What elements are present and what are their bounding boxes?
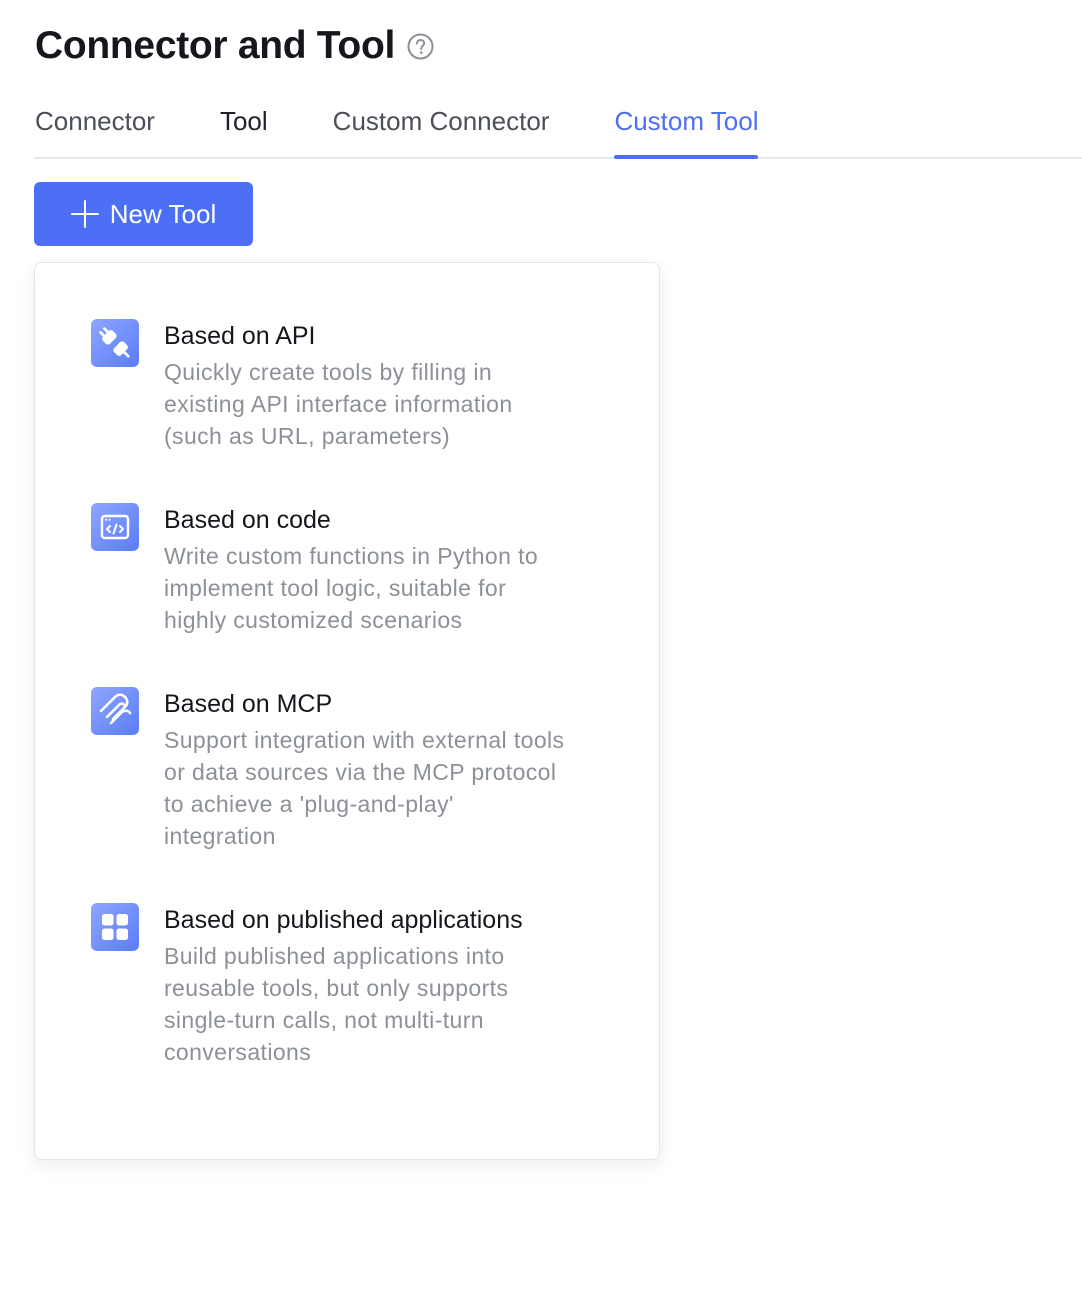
menu-item-description: Quickly create tools by filling in exist… xyxy=(164,359,513,449)
menu-item-title: Based on API xyxy=(164,322,316,350)
menu-item-description: Support integration with external tools … xyxy=(164,727,565,849)
tab-bar: Connector Tool Custom Connector Custom T… xyxy=(34,98,1082,159)
menu-item-based-on-code[interactable]: Based on code Write custom functions in … xyxy=(91,503,619,636)
mcp-link-icon xyxy=(91,687,139,735)
menu-item-description: Write custom functions in Python to impl… xyxy=(164,543,539,633)
tab-custom-connector[interactable]: Custom Connector xyxy=(333,98,550,157)
new-tool-label: New Tool xyxy=(109,198,217,229)
plus-icon xyxy=(70,200,99,228)
page-title: Connector and Tool xyxy=(35,24,396,67)
menu-item-based-on-published-applications[interactable]: Based on published applications Build pu… xyxy=(91,903,619,1068)
menu-item-based-on-api[interactable]: Based on API Quickly create tools by fil… xyxy=(91,319,619,452)
code-window-icon xyxy=(91,503,139,551)
page-header: Connector and Tool xyxy=(35,20,434,72)
question-circle-icon[interactable] xyxy=(407,33,434,60)
menu-item-description: Build published applications into reusab… xyxy=(164,943,509,1065)
tab-custom-tool[interactable]: Custom Tool xyxy=(614,98,759,159)
menu-item-title: Based on code xyxy=(164,506,331,534)
menu-item-title: Based on published applications xyxy=(164,906,523,934)
menu-item-based-on-mcp[interactable]: Based on MCP Support integration with ex… xyxy=(91,687,619,852)
menu-item-title: Based on MCP xyxy=(164,690,333,718)
new-tool-dropdown-menu: Based on API Quickly create tools by fil… xyxy=(34,262,660,1160)
plug-icon xyxy=(91,319,139,367)
tab-connector[interactable]: Connector xyxy=(35,98,155,157)
app-grid-icon xyxy=(91,903,139,951)
tab-tool[interactable]: Tool xyxy=(220,98,268,157)
new-tool-button[interactable]: New Tool xyxy=(34,182,253,246)
